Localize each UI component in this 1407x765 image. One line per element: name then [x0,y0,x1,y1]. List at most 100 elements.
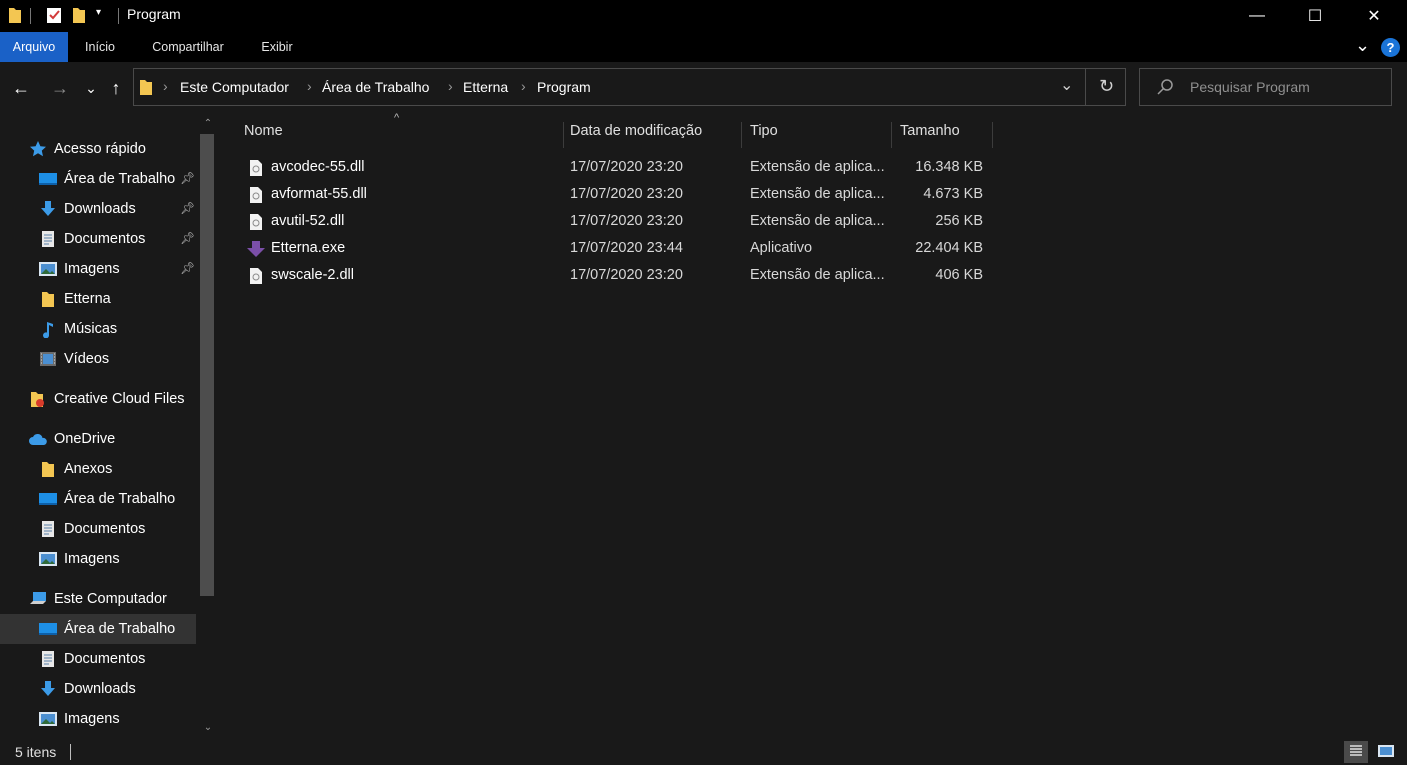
pin-icon[interactable]: 📌︎ [180,201,195,215]
sidebar-item-onedrive-documents[interactable]: Documentos [38,514,145,544]
file-type: Extensão de aplica... [750,159,885,175]
tab-arquivo[interactable]: Arquivo [0,32,68,62]
file-name: avformat-55.dll [271,186,367,202]
scrollbar-thumb[interactable] [200,134,214,596]
breadcrumb-separator[interactable]: › [307,78,312,94]
address-bar[interactable]: › Este Computador › Área de Trabalho › E… [133,68,1126,106]
large-icons-view-icon [1377,744,1395,761]
sidebar-item-pc-documents[interactable]: Documentos [38,644,145,674]
column-header-date[interactable]: Data de modificação [562,122,742,148]
creative-cloud-folder-icon [28,389,48,409]
search-box[interactable]: Pesquisar Program [1139,68,1392,106]
breadcrumb-separator[interactable]: › [521,78,526,94]
sidebar-item-label: Imagens [64,261,120,277]
sidebar-item-quick-videos[interactable]: Vídeos [38,344,109,374]
sidebar-item-quick-etterna[interactable]: Etterna [38,284,111,314]
file-row[interactable]: Etterna.exe 17/07/2020 23:44 Aplicativo … [220,236,1000,263]
document-icon [38,229,58,249]
sidebar-item-pc-pictures[interactable]: Imagens [38,704,120,734]
forward-button[interactable]: → [47,75,73,101]
sidebar-item-onedrive[interactable]: OneDrive [28,424,115,454]
tab-compartilhar[interactable]: Compartilhar [140,32,236,62]
sidebar-item-label: Área de Trabalho [64,621,176,637]
file-row[interactable]: avformat-55.dll 17/07/2020 23:20 Extensã… [220,182,1000,209]
new-folder-icon[interactable] [72,6,86,27]
sidebar-item-onedrive-desktop[interactable]: Área de Trabalho [38,484,175,514]
refresh-icon[interactable]: ↻ [1099,76,1114,97]
pin-icon[interactable]: 📌︎ [180,231,195,245]
title-bar: ▾ Program — ☐ ✕ [0,0,1407,32]
sidebar-item-label: Este Computador [54,591,167,607]
window-title: Program [127,6,181,22]
sidebar-item-quick-music[interactable]: Músicas [38,314,117,344]
sidebar-item-this-pc[interactable]: Este Computador [28,584,167,614]
column-header-size[interactable]: Tamanho [892,122,993,148]
pictures-icon [38,549,58,569]
folder-icon [38,289,58,309]
file-row[interactable]: swscale-2.dll 17/07/2020 23:20 Extensão … [220,263,1000,290]
file-size: 256 KB [935,213,983,229]
computer-icon [28,589,48,609]
dll-file-icon [248,267,264,288]
music-icon [38,319,58,339]
expand-ribbon-icon[interactable]: ⌄ [1355,35,1370,56]
sidebar-item-pc-downloads[interactable]: Downloads [38,674,136,704]
file-row[interactable]: avutil-52.dll 17/07/2020 23:20 Extensão … [220,209,1000,236]
breadcrumb-program[interactable]: Program [537,79,591,95]
sidebar-item-pc-desktop[interactable]: Área de Trabalho [0,614,196,644]
sidebar-item-quick-documents[interactable]: Documentos 📌︎ [38,224,198,254]
file-date: 17/07/2020 23:20 [570,213,683,229]
pin-icon[interactable]: 📌︎ [180,171,195,185]
tab-exibir[interactable]: Exibir [252,32,302,62]
scroll-down-icon[interactable]: ⌄ [198,718,218,738]
sidebar-item-quick-access[interactable]: Acesso rápido [28,134,146,164]
file-size: 4.673 KB [923,186,983,202]
file-date: 17/07/2020 23:20 [570,159,683,175]
sidebar-scrollbar[interactable]: ⌃ ⌄ [198,114,218,738]
download-icon [38,199,58,219]
file-name: avutil-52.dll [271,213,345,229]
pictures-icon [38,709,58,729]
address-dropdown-icon[interactable]: ⌄ [1060,75,1073,95]
dll-file-icon [248,159,264,180]
close-button[interactable]: ✕ [1345,0,1403,32]
breadcrumb-etterna[interactable]: Etterna [463,79,508,95]
sidebar-item-quick-desktop[interactable]: Área de Trabalho 📌︎ [38,164,198,194]
sidebar-item-creative-cloud[interactable]: Creative Cloud Files [28,384,185,414]
scroll-up-icon[interactable]: ⌃ [198,114,218,134]
sidebar-item-label: Acesso rápido [54,141,146,157]
customize-quick-access-icon[interactable]: ▾ [96,7,101,18]
file-row[interactable]: avcodec-55.dll 17/07/2020 23:20 Extensão… [220,155,1000,182]
breadcrumb-separator[interactable]: › [448,78,453,94]
help-icon[interactable]: ? [1381,38,1400,57]
sidebar-item-label: Área de Trabalho [64,171,176,187]
pin-icon[interactable]: 📌︎ [180,261,195,275]
document-icon [38,649,58,669]
maximize-button[interactable]: ☐ [1286,0,1344,32]
sidebar-item-onedrive-pictures[interactable]: Imagens [38,544,120,574]
file-date: 17/07/2020 23:20 [570,267,683,283]
details-view-button[interactable] [1344,741,1368,763]
large-icons-view-button[interactable] [1374,741,1398,763]
up-button[interactable]: ↑ [104,75,128,101]
sidebar-item-label: Documentos [64,231,146,247]
back-button[interactable]: ← [8,75,34,101]
sidebar-item-label: Músicas [64,321,118,337]
column-header-type[interactable]: Tipo [742,122,892,148]
sidebar-item-quick-pictures[interactable]: Imagens 📌︎ [38,254,198,284]
recent-locations-button[interactable]: ⌄ [82,75,100,101]
search-input[interactable]: Pesquisar Program [1190,79,1310,95]
breadcrumb-area-de-trabalho[interactable]: Área de Trabalho [322,79,429,95]
breadcrumb-este-computador[interactable]: Este Computador [180,79,289,95]
properties-icon[interactable] [46,6,62,27]
file-size: 16.348 KB [915,159,983,175]
column-header-name[interactable]: Nome [236,122,564,148]
sidebar-item-onedrive-anexos[interactable]: Anexos [38,454,112,484]
sidebar-item-quick-downloads[interactable]: Downloads 📌︎ [38,194,198,224]
file-name: avcodec-55.dll [271,159,365,175]
sidebar-item-label: Documentos [64,651,146,667]
pictures-icon [38,259,58,279]
minimize-button[interactable]: — [1228,0,1286,32]
file-date: 17/07/2020 23:20 [570,186,683,202]
tab-inicio[interactable]: Início [76,32,124,62]
